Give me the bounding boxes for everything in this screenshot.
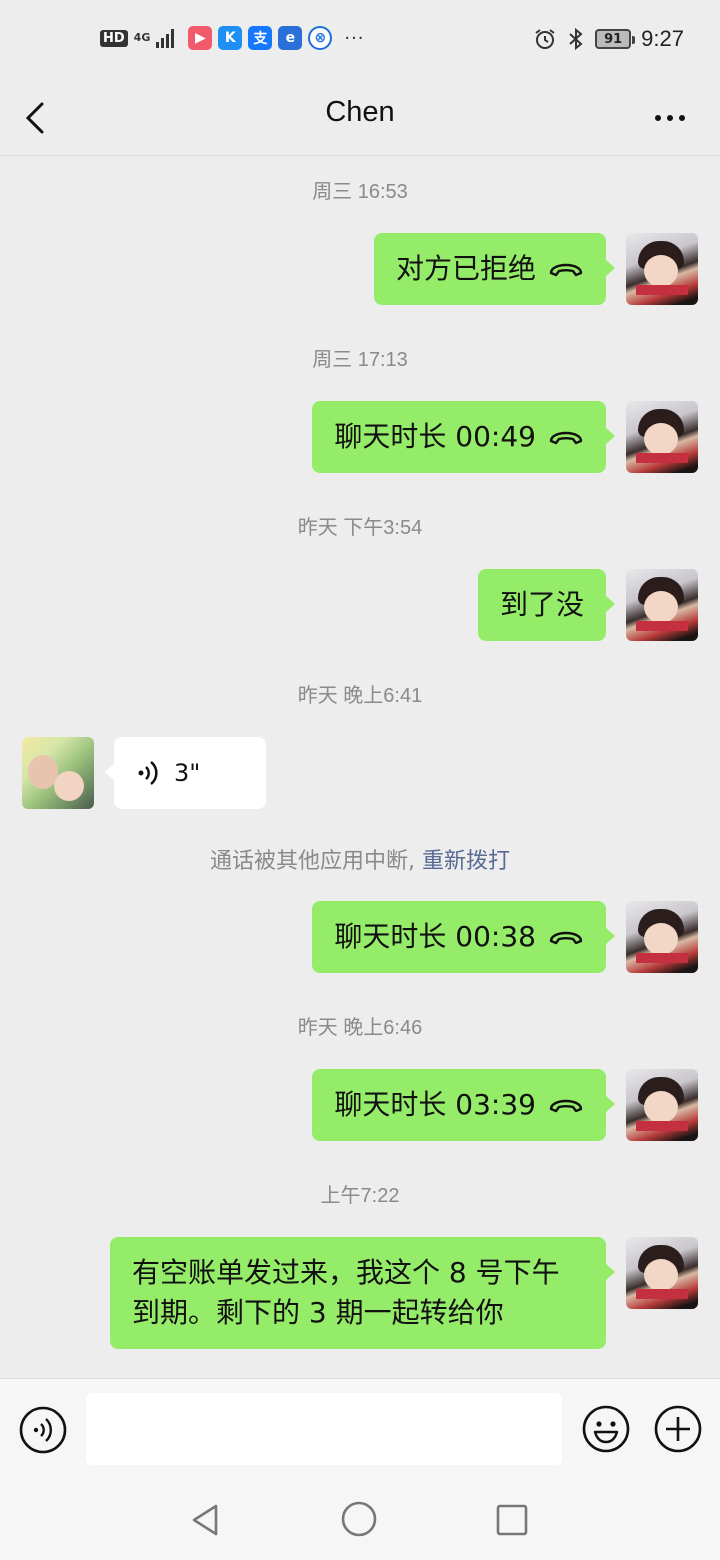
phone-hangup-icon [549,431,583,445]
timestamp: 周三 16:53 [312,181,408,203]
chat-header: Chen [0,80,720,156]
call-duration-text: 聊天时长 03:39 [334,1088,536,1121]
my-avatar[interactable] [626,233,698,305]
square-recents-icon [496,1504,528,1536]
bluetooth-icon [569,27,583,51]
contact-avatar[interactable] [22,737,94,809]
call-message-bubble[interactable]: 对方已拒绝 [373,233,616,305]
voice-wave-icon [138,761,158,785]
battery-icon: 91 [595,29,636,49]
timestamp: 周三 17:13 [312,349,408,371]
timestamp: 昨天 晚上6:46 [297,1017,423,1039]
alipay-app-icon: 支 [248,26,273,50]
call-duration-text: 聊天时长 00:38 [334,920,536,953]
system-navigation-bar [0,1480,720,1560]
more-actions-button[interactable] [652,1403,704,1455]
system-message-text: 通话被其他应用中断, [210,849,415,874]
message-text-line: 有空账单发过来，我这个 8 号下午 [132,1256,560,1289]
status-left: HD 4G ▶ K 支 e ⊗ ··· [100,26,365,50]
nav-home-button[interactable] [340,1500,378,1538]
nav-recents-button[interactable] [494,1502,530,1538]
plus-icon [654,1405,702,1453]
circle-home-icon [341,1501,377,1537]
dot-icon [679,115,685,121]
clock: 9:27 [641,26,684,51]
timestamp: 昨天 下午3:54 [297,517,423,539]
more-notifications-icon: ··· [344,27,365,49]
phone-hangup-icon [549,263,583,277]
voice-duration: 3" [174,759,201,787]
message-list[interactable]: 周三 16:53 对方已拒绝 周三 17:13 聊天时长 00:49 昨天 下午… [0,157,720,1377]
triangle-back-icon [192,1504,218,1536]
browser-app-icon: ⊗ [308,26,333,50]
message-text: 到了没 [499,588,584,621]
network-type: 4G [133,31,151,44]
chat-title: Chen [325,96,395,128]
my-avatar[interactable] [626,569,698,641]
hd-indicator: HD [100,29,128,47]
input-bar [0,1378,720,1480]
my-avatar[interactable] [626,1237,698,1309]
text-message-bubble[interactable]: 有空账单发过来，我这个 8 号下午 到期。剩下的 3 期一起转给你 [110,1237,615,1349]
voice-icon [19,1406,67,1454]
status-bar: HD 4G ▶ K 支 e ⊗ ··· 91 9:27 [0,0,720,80]
alarm-icon [535,29,555,49]
voice-message-bubble[interactable]: 3" [105,737,266,809]
bilibili-app-icon: ▶ [188,26,213,50]
dot-icon [667,115,673,121]
people-app-icon: e [278,26,303,50]
my-avatar[interactable] [626,401,698,473]
nav-back-button[interactable] [188,1502,224,1538]
timestamp: 昨天 晚上6:41 [297,685,423,707]
call-duration-text: 聊天时长 00:49 [334,420,536,453]
voice-input-button[interactable] [18,1405,68,1455]
call-status-text: 对方已拒绝 [395,252,536,285]
call-message-bubble[interactable]: 聊天时长 00:49 [312,401,615,473]
call-message-bubble[interactable]: 聊天时长 03:39 [312,1069,615,1141]
timestamp: 上午7:22 [320,1185,400,1207]
emoji-button[interactable] [580,1403,632,1455]
my-avatar[interactable] [626,1069,698,1141]
message-text-line: 到期。剩下的 3 期一起转给你 [132,1296,504,1329]
text-message-bubble[interactable]: 到了没 [477,569,616,641]
call-message-bubble[interactable]: 聊天时长 00:38 [312,901,615,973]
more-options-button[interactable] [650,100,690,136]
system-message: 通话被其他应用中断, 重新拨打 [0,843,720,875]
kugou-app-icon: K [218,26,243,50]
redial-link[interactable]: 重新拨打 [415,849,510,874]
dot-icon [655,115,661,121]
status-right: 91 9:27 [533,26,684,52]
my-avatar[interactable] [626,901,698,973]
message-input[interactable] [86,1393,562,1465]
emoji-icon [582,1405,630,1453]
phone-hangup-icon [549,1099,583,1113]
signal-icon [156,28,175,48]
phone-hangup-icon [549,931,583,945]
